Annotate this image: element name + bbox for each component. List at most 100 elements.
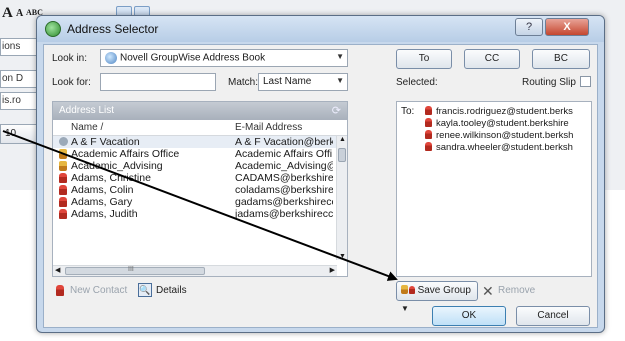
ok-button[interactable]: OK	[432, 306, 506, 326]
match-dropdown[interactable]: Last Name ▼	[258, 73, 348, 91]
email-column-header[interactable]: E-Mail Address	[235, 122, 302, 133]
look-for-input[interactable]	[100, 73, 216, 91]
chevron-down-icon: ▼	[336, 52, 344, 61]
person-icon	[425, 118, 432, 127]
address-name: Adams, Christine	[71, 172, 151, 184]
chevron-down-icon: ▼	[336, 76, 344, 85]
horizontal-scroll-thumb[interactable]: III	[65, 266, 205, 275]
group-icon	[59, 149, 67, 159]
address-row[interactable]: A & F Vacation A & F Vacation@berk	[53, 136, 347, 148]
selected-label: Selected:	[396, 77, 438, 88]
dialog-title: Address Selector	[67, 22, 159, 36]
person-icon	[425, 130, 432, 139]
recipient-email: kayla.tooley@student.berkshire	[436, 118, 569, 129]
cc-button[interactable]: CC	[464, 49, 520, 69]
address-book-icon	[105, 52, 117, 64]
new-contact-button[interactable]: New Contact	[70, 285, 127, 296]
address-row[interactable]: Academic Affairs Office Academic Affairs …	[53, 148, 347, 160]
address-list-panel: Address List ⟳ Name / E-Mail Address A &…	[52, 101, 348, 277]
name-column-header[interactable]: Name /	[71, 122, 103, 133]
match-label: Match:	[228, 77, 259, 88]
selected-recipients-panel: To: francis.rodriguez@student.berks kayl…	[396, 101, 592, 277]
recipient-item[interactable]: francis.rodriguez@student.berks	[425, 106, 591, 118]
font-grow-button[interactable]: A	[2, 5, 13, 22]
to-recipient-label: To:	[401, 106, 415, 117]
address-list-rows: A & F Vacation A & F Vacation@berk Academi…	[53, 136, 347, 220]
background-field[interactable]: on D	[0, 70, 38, 88]
address-selector-dialog: Address Selector ? X Look in: Novell Gro…	[36, 15, 605, 333]
help-button[interactable]: ?	[515, 18, 543, 36]
address-row[interactable]: Adams, Gary gadams@berkshirecc	[53, 196, 347, 208]
address-email: Academic Affairs Offi	[235, 148, 333, 160]
person-icon	[59, 209, 67, 219]
address-list-horizontal-scrollbar[interactable]: ◀ III ▶	[53, 265, 337, 276]
scroll-down-icon[interactable]: ▼	[339, 253, 346, 260]
address-row[interactable]: Adams, Christine CADAMS@berkshirec	[53, 172, 347, 184]
scroll-up-icon[interactable]: ▲	[339, 136, 346, 143]
save-group-button[interactable]: Save Group ▼	[396, 281, 478, 313]
dialog-title-bar[interactable]: Address Selector ? X	[37, 16, 604, 42]
person-icon	[425, 142, 432, 151]
address-email: CADAMS@berkshirec	[235, 172, 333, 184]
vertical-scroll-thumb[interactable]	[338, 148, 346, 162]
scroll-left-icon[interactable]: ◀	[55, 266, 60, 274]
recipient-item[interactable]: renee.wilkinson@student.berksh	[425, 130, 591, 142]
address-row[interactable]: Adams, Judith jadams@berkshirecc.c	[53, 208, 347, 220]
font-shrink-button[interactable]: A	[16, 8, 23, 19]
address-list-header: Address List ⟳	[53, 102, 347, 120]
address-email: A & F Vacation@berk	[235, 136, 333, 148]
remove-button[interactable]: Remove	[498, 285, 535, 296]
address-row[interactable]: Academic_Advising Academic_Advising@	[53, 160, 347, 172]
address-name: Adams, Judith	[71, 208, 138, 220]
recipient-item[interactable]: sandra.wheeler@student.berksh	[425, 142, 591, 154]
remove-icon: ✕	[482, 283, 494, 299]
recipient-email: renee.wilkinson@student.berksh	[436, 130, 574, 141]
address-list-vertical-scrollbar[interactable]: ▲ ▼	[336, 136, 347, 260]
recipient-email: sandra.wheeler@student.berksh	[436, 142, 573, 153]
new-contact-icon	[56, 285, 64, 296]
address-list-title: Address List	[59, 105, 115, 116]
save-group-label: Save Group	[417, 285, 471, 296]
dialog-body: Look in: Novell GroupWise Address Book ▼…	[43, 44, 598, 328]
address-list-column-headers: Name / E-Mail Address	[53, 120, 347, 136]
person-icon	[59, 173, 67, 183]
group-icon	[59, 161, 67, 171]
background-field[interactable]: is.ro	[0, 92, 38, 110]
cancel-button[interactable]: Cancel	[516, 306, 590, 326]
address-email: jadams@berkshirecc.c	[235, 208, 333, 220]
groupwise-icon	[45, 21, 61, 37]
details-icon: 🔍	[138, 283, 152, 297]
routing-slip-label: Routing Slip	[522, 77, 576, 88]
person-icon	[59, 197, 67, 207]
person-icon	[425, 106, 432, 115]
details-button[interactable]: Details	[156, 285, 187, 296]
chevron-down-icon[interactable]: ▼	[401, 304, 409, 313]
look-for-label: Look for:	[52, 77, 91, 88]
background-tab[interactable]: 10	[0, 124, 40, 144]
look-in-value: Novell GroupWise Address Book	[120, 52, 266, 64]
address-name: Adams, Gary	[71, 196, 133, 208]
address-email: gadams@berkshirecc	[235, 196, 333, 208]
refresh-icon[interactable]: ⟳	[332, 104, 341, 117]
address-name: Academic Affairs Office	[71, 148, 180, 160]
person-icon	[408, 286, 415, 294]
address-email: Academic_Advising@	[235, 160, 333, 172]
address-name: Academic_Advising	[71, 160, 163, 172]
close-button[interactable]: X	[545, 18, 589, 36]
bc-button[interactable]: BC	[532, 49, 590, 69]
match-value: Last Name	[263, 76, 312, 87]
address-email: coladams@berkshirec	[235, 184, 333, 196]
scroll-grip: III	[128, 266, 134, 273]
save-group-icon	[401, 285, 408, 294]
resource-icon	[59, 137, 68, 146]
look-in-label: Look in:	[52, 53, 88, 64]
routing-slip-checkbox[interactable]	[580, 76, 591, 87]
address-row[interactable]: Adams, Colin coladams@berkshirec	[53, 184, 347, 196]
look-in-dropdown[interactable]: Novell GroupWise Address Book ▼	[100, 49, 348, 67]
background-field[interactable]: ions	[0, 38, 38, 56]
scroll-right-icon[interactable]: ▶	[330, 266, 335, 274]
recipient-item[interactable]: kayla.tooley@student.berkshire	[425, 118, 591, 130]
address-name: Adams, Colin	[71, 184, 134, 196]
person-icon	[59, 185, 67, 195]
to-button[interactable]: To	[396, 49, 452, 69]
